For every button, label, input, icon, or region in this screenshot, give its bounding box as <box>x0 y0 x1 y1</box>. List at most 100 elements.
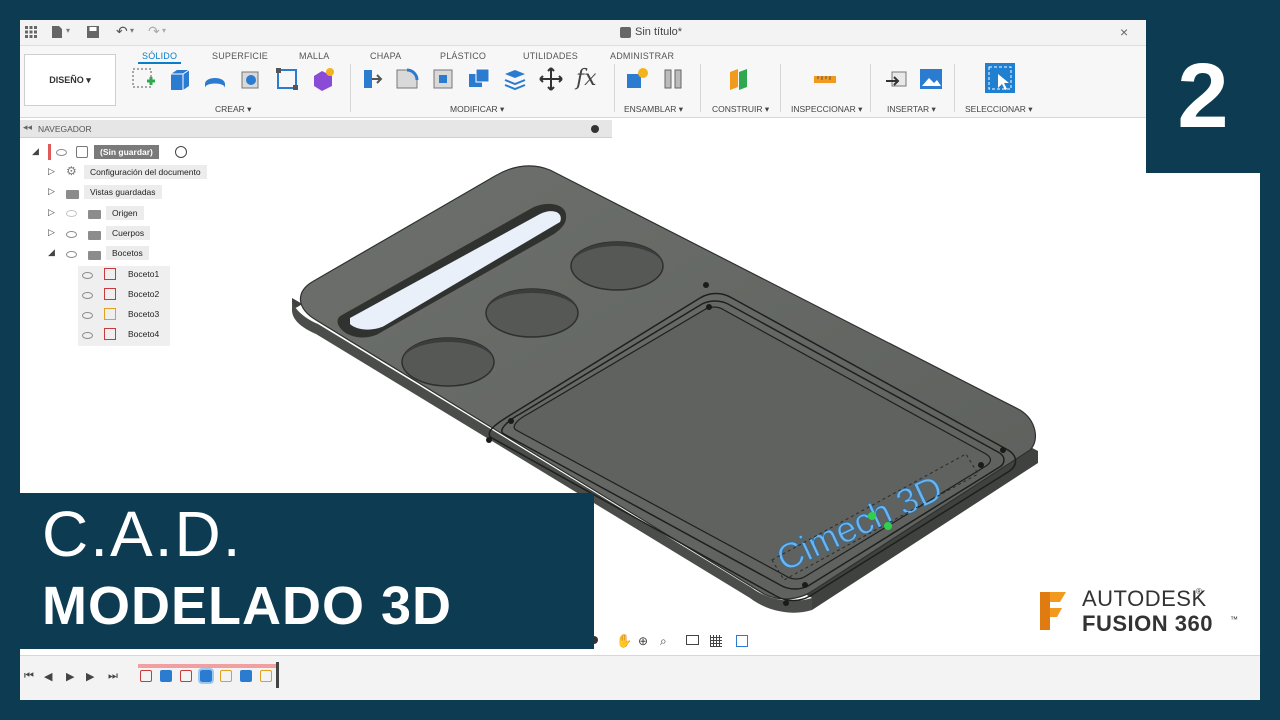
timeline-sketch-icon[interactable] <box>180 670 192 682</box>
browser-header: ◂◂ NAVEGADOR <box>20 120 612 138</box>
new-component-icon[interactable] <box>624 66 650 92</box>
close-tab-icon[interactable]: × <box>1120 24 1128 40</box>
tree-item-sketch-3[interactable]: Boceto3 <box>122 306 165 322</box>
tree-item-sketches[interactable]: Bocetos <box>106 245 149 261</box>
press-pull-icon[interactable] <box>358 66 384 92</box>
tree-item-bodies[interactable]: Cuerpos <box>106 225 151 241</box>
timeline-sketch-icon[interactable] <box>260 670 272 682</box>
display-settings-icon[interactable] <box>686 635 699 645</box>
rectangular-pattern-icon[interactable] <box>274 66 300 92</box>
tree-root-label: (Sin guardar) <box>94 145 159 159</box>
visibility-eye-icon[interactable] <box>66 251 77 258</box>
ribbon-divider <box>700 64 701 112</box>
offset-plane-icon[interactable] <box>726 66 752 92</box>
insert-derive-icon[interactable] <box>884 66 910 92</box>
timeline-play-icon[interactable]: ▶ <box>66 670 74 683</box>
tab-administrar[interactable]: ADMINISTRAR <box>610 51 674 61</box>
timeline-extrude-icon[interactable] <box>240 670 252 682</box>
tab-utilidades[interactable]: UTILIDADES <box>523 51 578 61</box>
fit-view-icon[interactable]: ⌕ <box>660 634 667 649</box>
activate-radio-icon[interactable] <box>175 146 187 158</box>
collapse-panel-icon[interactable]: ◂◂ <box>23 122 32 133</box>
visibility-eye-icon[interactable] <box>66 210 77 217</box>
timeline-next-icon[interactable]: ▶ <box>86 670 94 683</box>
timeline-sketch-icon[interactable] <box>140 670 152 682</box>
visibility-eye-icon[interactable] <box>82 292 93 299</box>
move-copy-icon[interactable] <box>538 66 564 92</box>
timeline-extrude-icon[interactable] <box>198 668 214 684</box>
tree-item-origin[interactable]: Origen <box>106 205 144 221</box>
viewports-icon[interactable] <box>736 635 748 647</box>
tab-chapa[interactable]: CHAPA <box>370 51 401 61</box>
group-seleccionar[interactable]: SELECCIONAR ▾ <box>965 104 1033 115</box>
visibility-eye-icon[interactable] <box>82 272 93 279</box>
create-form-icon[interactable] <box>310 66 336 92</box>
document-title-text: Sin título* <box>635 26 683 38</box>
revolve-icon[interactable] <box>202 66 228 92</box>
select-icon[interactable] <box>984 62 1016 94</box>
ribbon-divider <box>954 64 955 112</box>
expanded-triangle-icon[interactable]: ◢ <box>48 247 55 258</box>
combine-icon[interactable] <box>466 66 492 92</box>
tree-item-sketch-1[interactable]: Boceto1 <box>122 266 165 282</box>
expanded-triangle-icon[interactable]: ◢ <box>32 146 39 157</box>
timeline-sketch-icon[interactable] <box>220 670 232 682</box>
pan-hand-icon[interactable]: ✋ <box>616 633 632 649</box>
tree-item-saved-views[interactable]: Vistas guardadas <box>84 184 162 200</box>
tab-plastico[interactable]: PLÁSTICO <box>440 51 486 61</box>
group-inspeccionar[interactable]: INSPECCIONAR ▾ <box>791 104 862 115</box>
tree-root[interactable]: (Sin guardar) <box>94 144 159 160</box>
save-icon[interactable] <box>86 25 100 39</box>
tree-item-label: Boceto1 <box>128 269 160 279</box>
tree-item-sketch-2[interactable]: Boceto2 <box>122 286 165 302</box>
zoom-icon[interactable]: ⊕ <box>638 634 648 648</box>
file-menu-icon[interactable] <box>50 25 64 39</box>
sweep-icon[interactable] <box>238 66 264 92</box>
shell-icon[interactable] <box>430 66 456 92</box>
visibility-eye-icon[interactable] <box>82 312 93 319</box>
group-insertar[interactable]: INSERTAR ▾ <box>887 104 936 115</box>
course-title-line1: C.A.D. <box>42 498 243 570</box>
parameters-fx-icon[interactable]: fx <box>576 66 602 92</box>
redo-icon[interactable]: ↷ <box>148 23 160 40</box>
timeline-last-icon[interactable]: ⏭ <box>108 670 118 683</box>
browser-minimize-icon[interactable] <box>591 125 599 133</box>
group-construir[interactable]: CONSTRUIR ▾ <box>712 104 769 115</box>
tab-solido[interactable]: SÓLIDO <box>137 51 182 64</box>
timeline-first-icon[interactable]: ⏮ <box>24 670 34 683</box>
tree-item-document-settings[interactable]: Configuración del documento <box>84 164 207 180</box>
visibility-eye-icon[interactable] <box>56 149 67 156</box>
tab-superficie[interactable]: SUPERFICIE <box>212 51 268 61</box>
collapsed-triangle-icon[interactable]: ▷ <box>48 166 55 177</box>
collapsed-triangle-icon[interactable]: ▷ <box>48 227 55 238</box>
app-grid-icon[interactable] <box>24 25 38 39</box>
grid-settings-icon[interactable] <box>710 635 722 647</box>
measure-icon[interactable] <box>812 66 838 92</box>
collapsed-triangle-icon[interactable]: ▷ <box>48 186 55 197</box>
group-crear[interactable]: CREAR ▾ <box>215 104 251 115</box>
tree-item-sketch-4[interactable]: Boceto4 <box>122 326 165 342</box>
collapsed-triangle-icon[interactable]: ▷ <box>48 207 55 218</box>
replace-face-icon[interactable] <box>502 66 528 92</box>
chevron-down-icon[interactable]: ▾ <box>66 26 70 35</box>
chevron-down-icon[interactable]: ▾ <box>130 26 134 35</box>
group-ensamblar[interactable]: ENSAMBLAR ▾ <box>624 104 683 115</box>
extrude-icon[interactable] <box>166 66 192 92</box>
joint-icon[interactable] <box>660 66 686 92</box>
visibility-eye-icon[interactable] <box>82 332 93 339</box>
chevron-down-icon[interactable]: ▾ <box>162 26 166 35</box>
timeline-marker[interactable] <box>276 662 279 688</box>
timeline-extrude-icon[interactable] <box>160 670 172 682</box>
group-modificar[interactable]: MODIFICAR ▾ <box>450 104 504 115</box>
browser-panel: ◂◂ NAVEGADOR ◢ (Sin guardar) ▷ ⚙ Configu… <box>20 120 612 360</box>
sketch-point[interactable] <box>868 512 876 520</box>
workspace-switcher-button[interactable]: DISEÑO ▾ <box>24 54 116 106</box>
create-sketch-icon[interactable] <box>130 66 156 92</box>
tab-malla[interactable]: MALLA <box>299 51 330 61</box>
undo-icon[interactable]: ↶ <box>116 23 128 40</box>
visibility-eye-icon[interactable] <box>66 231 77 238</box>
timeline-prev-icon[interactable]: ◀ <box>44 670 52 683</box>
insert-canvas-icon[interactable] <box>918 66 944 92</box>
sketch-point[interactable] <box>884 522 892 530</box>
fillet-icon[interactable] <box>394 66 420 92</box>
